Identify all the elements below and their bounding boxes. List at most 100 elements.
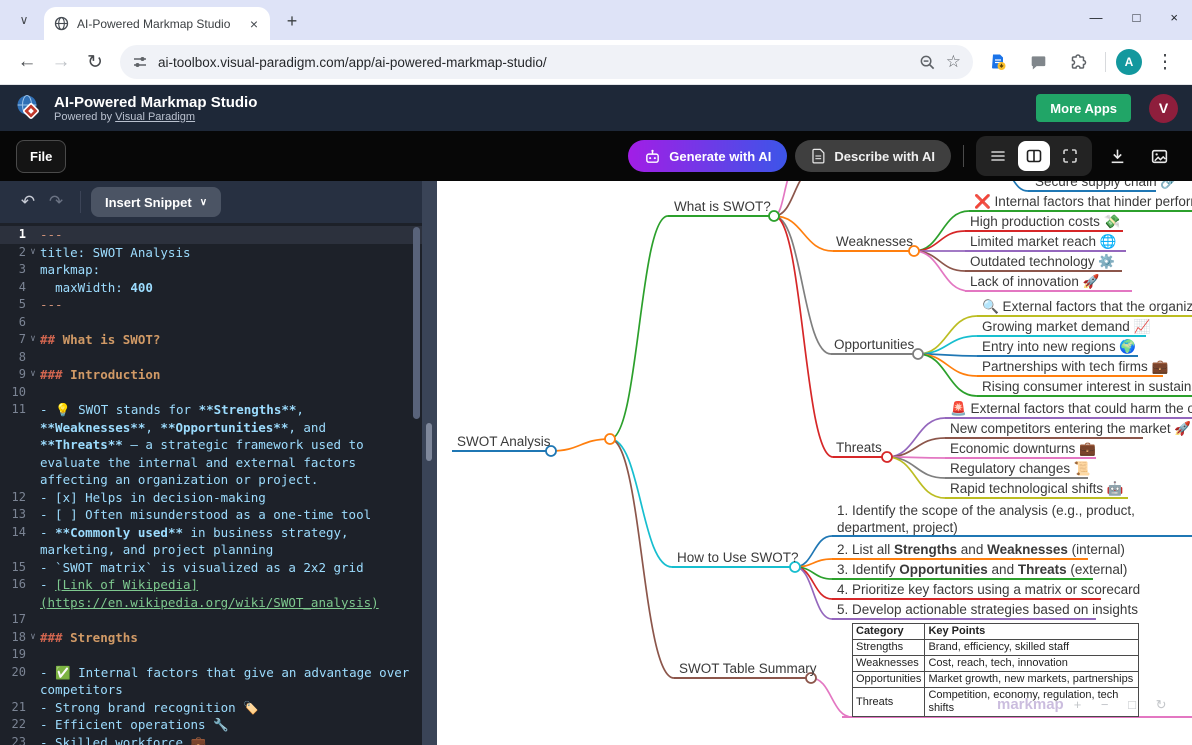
mindmap-node-how-5[interactable]: 5. Develop actionable strategies based o…: [837, 602, 1138, 619]
line-content[interactable]: ### Introduction: [40, 366, 422, 384]
zoom-icon[interactable]: [919, 54, 936, 71]
line-content[interactable]: - 💡 SWOT stands for **Strengths**, **Wea…: [40, 401, 422, 489]
mindmap-node-opp-2[interactable]: Entry into new regions 🌍: [982, 339, 1136, 356]
editor-line-17[interactable]: 17: [0, 611, 422, 629]
user-avatar[interactable]: V: [1149, 94, 1178, 123]
line-content[interactable]: ### Strengths: [40, 629, 422, 647]
editor-line-14[interactable]: 14- **Commonly used** in business strate…: [0, 524, 422, 559]
window-minimize-button[interactable]: —: [1090, 10, 1103, 25]
window-close-button[interactable]: ×: [1170, 10, 1178, 25]
editor-line-15[interactable]: 15- `SWOT matrix` is visualized as a 2x2…: [0, 559, 422, 577]
mindmap-node-opp-3[interactable]: Partnerships with tech firms 💼: [982, 359, 1168, 376]
window-maximize-button[interactable]: □: [1133, 10, 1141, 25]
line-content[interactable]: ---: [40, 296, 422, 314]
line-content[interactable]: [40, 384, 422, 402]
extensions-puzzle-icon[interactable]: [1061, 45, 1095, 79]
editor-line-13[interactable]: 13- [ ] Often misunderstood as a one-tim…: [0, 506, 422, 524]
editor-only-view-button[interactable]: [982, 141, 1014, 171]
line-content[interactable]: - [ ] Often misunderstood as a one-time …: [40, 506, 422, 524]
mindmap-node-opportunities[interactable]: Opportunities: [834, 337, 914, 354]
panel-resize-divider[interactable]: [422, 181, 437, 745]
line-content[interactable]: [40, 611, 422, 629]
editor-line-8[interactable]: 8: [0, 349, 422, 367]
editor-line-9[interactable]: 9∨### Introduction: [0, 366, 422, 384]
line-content[interactable]: - `SWOT matrix` is visualized as a 2x2 g…: [40, 559, 422, 577]
mindmap-node-threats[interactable]: Threats: [836, 440, 882, 457]
mindmap-node-how-4[interactable]: 4. Prioritize key factors using a matrix…: [837, 582, 1140, 599]
split-view-button[interactable]: [1018, 141, 1050, 171]
resize-handle[interactable]: [426, 423, 432, 461]
mindmap-node-root[interactable]: SWOT Analysis: [457, 434, 551, 451]
mindmap-node-circle-opportunities[interactable]: [913, 349, 923, 359]
editor-line-5[interactable]: 5---: [0, 296, 422, 314]
fold-chevron-icon[interactable]: ∨: [26, 366, 40, 384]
mindmap-node-threat-1[interactable]: New competitors entering the market 🚀: [950, 421, 1191, 438]
mindmap-node-threat-4[interactable]: Rapid technological shifts 🤖: [950, 481, 1124, 498]
mindmap-node-threat-desc[interactable]: 🚨 External factors that could harm the o…: [950, 401, 1192, 418]
editor-line-20[interactable]: 20- ✅ Internal factors that give an adva…: [0, 664, 422, 699]
mindmap-node-weak-3[interactable]: Outdated technology ⚙️: [970, 254, 1115, 271]
line-content[interactable]: - Strong brand recognition 🏷️: [40, 699, 422, 717]
mindmap-node-how-2[interactable]: 2. List all Strengths and Weaknesses (in…: [837, 542, 1125, 559]
editor-line-2[interactable]: 2∨title: SWOT Analysis: [0, 244, 422, 262]
redo-button[interactable]: ↷: [42, 188, 70, 216]
feedback-extension-icon[interactable]: [1021, 45, 1055, 79]
editor-line-18[interactable]: 18∨### Strengths: [0, 629, 422, 647]
tab-close-icon[interactable]: ×: [246, 16, 262, 32]
line-content[interactable]: - ✅ Internal factors that give an advant…: [40, 664, 422, 699]
line-content[interactable]: markmap:: [40, 261, 422, 279]
site-settings-icon[interactable]: [132, 54, 148, 70]
mindmap-node-circle-junction[interactable]: [605, 434, 615, 444]
editor-line-3[interactable]: 3markmap:: [0, 261, 422, 279]
line-content[interactable]: - Efficient operations 🔧: [40, 716, 422, 734]
export-image-button[interactable]: [1142, 139, 1176, 173]
line-content[interactable]: ---: [40, 226, 422, 244]
mindmap-node-opp-4[interactable]: Rising consumer interest in sustainabili: [982, 379, 1192, 396]
fold-chevron-icon[interactable]: ∨: [26, 629, 40, 647]
mindmap-node-summary-table[interactable]: CategoryKey PointsStrengthsBrand, effici…: [852, 623, 1139, 717]
download-button[interactable]: [1100, 139, 1134, 173]
mindmap-node-secure-supply-chain[interactable]: Secure supply chain 🔗: [1035, 181, 1177, 191]
mindmap-node-opp-1[interactable]: Growing market demand 📈: [982, 319, 1150, 336]
new-tab-button[interactable]: +: [278, 7, 306, 35]
editor-scrollbar[interactable]: [413, 227, 420, 419]
insert-snippet-button[interactable]: Insert Snippet ∨: [91, 187, 221, 217]
editor-line-16[interactable]: 16- [Link of Wikipedia](https://en.wikip…: [0, 576, 422, 611]
mindmap-node-weak-1[interactable]: High production costs 💸: [970, 214, 1120, 231]
mindmap-node-swot-table-summary[interactable]: SWOT Table Summary: [679, 661, 817, 678]
editor-line-23[interactable]: 23- Skilled workforce 💼: [0, 734, 422, 745]
undo-button[interactable]: ↶: [14, 188, 42, 216]
mindmap-node-opp-desc[interactable]: 🔍 External factors that the organizatio: [982, 299, 1192, 316]
mindmap-node-threat-3[interactable]: Regulatory changes 📜: [950, 461, 1091, 478]
mindmap-node-weak-desc[interactable]: ❌ Internal factors that hinder performa: [974, 194, 1192, 211]
mindmap-node-how-to-use-swot[interactable]: How to Use SWOT?: [677, 550, 799, 567]
forward-button[interactable]: →: [44, 45, 78, 79]
browser-menu-kebab-icon[interactable]: ⋮: [1148, 45, 1182, 79]
line-content[interactable]: maxWidth: 400: [40, 279, 422, 297]
more-apps-button[interactable]: More Apps: [1036, 94, 1131, 122]
line-content[interactable]: - [x] Helps in decision-making: [40, 489, 422, 507]
mindmap-node-weak-2[interactable]: Limited market reach 🌐: [970, 234, 1117, 251]
editor-line-7[interactable]: 7∨## What is SWOT?: [0, 331, 422, 349]
describe-with-ai-button[interactable]: Describe with AI: [795, 140, 951, 172]
editor-line-10[interactable]: 10: [0, 384, 422, 402]
file-menu-button[interactable]: File: [16, 140, 66, 173]
line-content[interactable]: - Skilled workforce 💼: [40, 734, 422, 745]
bookmark-star-icon[interactable]: ☆: [946, 52, 961, 72]
browser-tab[interactable]: AI-Powered Markmap Studio ×: [44, 7, 270, 40]
editor-line-1[interactable]: 1---: [0, 226, 422, 244]
url-text[interactable]: ai-toolbox.visual-paradigm.com/app/ai-po…: [158, 55, 909, 70]
doc-download-extension-icon[interactable]: [981, 45, 1015, 79]
mindmap-node-weak-4[interactable]: Lack of innovation 🚀: [970, 274, 1099, 291]
line-content[interactable]: ## What is SWOT?: [40, 331, 422, 349]
fullscreen-view-button[interactable]: [1054, 141, 1086, 171]
editor-line-12[interactable]: 12- [x] Helps in decision-making: [0, 489, 422, 507]
editor-line-22[interactable]: 22- Efficient operations 🔧: [0, 716, 422, 734]
visual-paradigm-link[interactable]: Visual Paradigm: [115, 111, 195, 123]
line-content[interactable]: - [Link of Wikipedia](https://en.wikiped…: [40, 576, 422, 611]
editor-line-21[interactable]: 21- Strong brand recognition 🏷️: [0, 699, 422, 717]
markmap-canvas[interactable]: markmap + − □ ↻ SWOT AnalysisWhat is SWO…: [437, 181, 1192, 745]
line-content[interactable]: - **Commonly used** in business strategy…: [40, 524, 422, 559]
mindmap-node-how-3[interactable]: 3. Identify Opportunities and Threats (e…: [837, 562, 1127, 579]
mindmap-node-threat-2[interactable]: Economic downturns 💼: [950, 441, 1096, 458]
